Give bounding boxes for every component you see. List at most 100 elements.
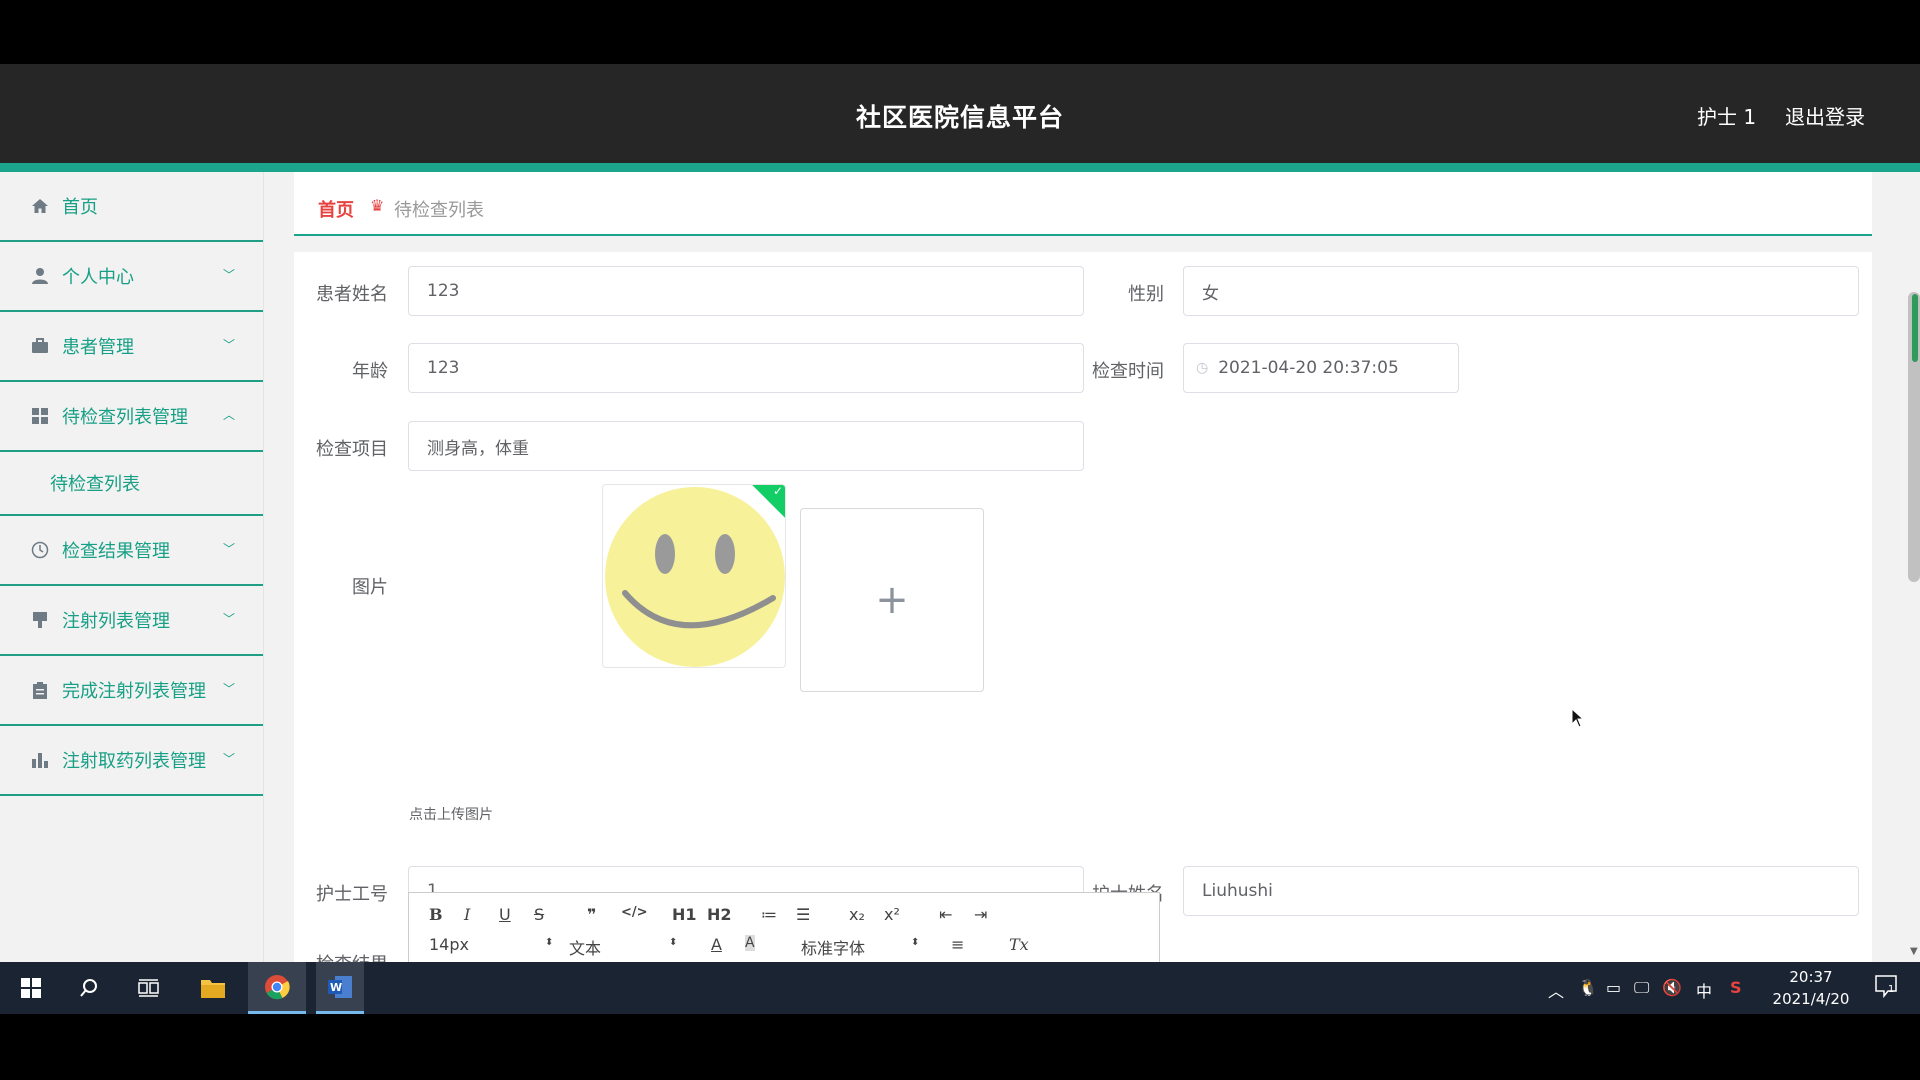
check-item-label: 检查项目 [316,439,388,460]
sidebar-subitem-pending-check-list[interactable]: 待检查列表 [0,452,263,516]
letterbox-top [0,0,1920,64]
upload-hint: 点击上传图片 [409,807,493,823]
sogou-input-icon[interactable]: S [1730,978,1742,997]
sidebar-item-injection-list-management[interactable]: 注射列表管理 ﹀ [0,586,263,656]
notification-count: 1 [1888,984,1895,995]
chevron-down-icon: ﹀ [222,268,235,282]
current-user: 护士 1 [1697,105,1757,129]
subscript-button[interactable]: x₂ [849,905,865,924]
chrome-icon[interactable] [248,962,306,1014]
nurse-name-value: Liuhushi [1202,881,1273,901]
plus-icon: + [875,577,909,623]
taskbar-date[interactable]: 2021/4/20 [1768,990,1854,1008]
app-tray-icon[interactable]: 🐧 [1578,978,1598,997]
ime-indicator[interactable]: 中 [1696,978,1712,1002]
sidebar-item-label: 检查结果管理 [62,541,170,562]
patient-name-value: 123 [427,281,460,301]
logout-button[interactable]: 退出登录 [1785,101,1865,130]
font-family-value: 标准字体 [801,939,866,958]
word-icon[interactable]: W [316,962,364,1014]
stamp-icon [30,610,50,630]
task-view-icon[interactable] [126,962,172,1014]
patient-name-input[interactable]: 123 [408,266,1084,316]
sidebar-item-label: 注射取药列表管理 [62,751,206,772]
volume-muted-icon[interactable]: 🔇 [1662,978,1682,997]
select-arrows-icon: ⬍ [911,937,920,948]
chevron-down-icon: ﹀ [222,542,235,556]
breadcrumb-home[interactable]: 首页 [318,196,354,222]
blockquote-button[interactable]: ❞ [587,905,596,924]
sidebar-item-completed-injection-management[interactable]: 完成注射列表管理 ﹀ [0,656,263,726]
code-block-button[interactable]: </> [621,905,648,920]
notification-center-icon[interactable]: 1 [1874,974,1898,1002]
age-input[interactable]: 123 [408,343,1084,393]
rich-text-editor[interactable]: B I U S ❞ </> H1 H2 ≔ ☰ x₂ x² ⇤ ⇥ 14px ⬍… [408,892,1160,962]
sidebar-item-label: 待检查列表管理 [62,407,188,428]
search-icon[interactable] [66,962,112,1014]
header1-button[interactable]: H1 [672,905,697,924]
chevron-down-icon: ﹀ [222,682,235,696]
windows-taskbar: W ︿ 🐧 ▭ 🖵 🔇 中 S 20:37 2021/4/20 1 [0,962,1920,1014]
background-color-button[interactable]: A [745,935,755,951]
file-explorer-icon[interactable] [190,962,236,1014]
patient-name-label: 患者姓名 [316,284,388,305]
bar-chart-icon [30,750,50,770]
editor-toolbar-row-1: B I U S ❞ </> H1 H2 ≔ ☰ x₂ x² ⇤ ⇥ [409,905,1161,933]
check-time-picker[interactable]: ◷ 2021-04-20 20:37:05 [1183,343,1459,393]
clipboard-icon [30,680,50,700]
font-size-value: 14px [429,935,469,954]
bold-button[interactable]: B [429,905,443,924]
network-icon[interactable]: 🖵 [1634,978,1649,998]
grid-icon [30,406,50,426]
show-hidden-icons-chevron-icon[interactable]: ︿ [1548,978,1564,1002]
taskbar-time[interactable]: 20:37 [1768,968,1854,986]
sidebar-item-injection-medicine-management[interactable]: 注射取药列表管理 ﹀ [0,726,263,796]
windows-start-icon[interactable] [8,962,54,1014]
check-time-value: 2021-04-20 20:37:05 [1218,358,1399,378]
select-arrows-icon: ⬍ [545,937,554,948]
header-select[interactable]: 文本 ⬍ [569,935,679,959]
check-icon: ✓ [772,484,784,499]
crown-icon: ♛ [370,196,385,215]
sidebar-item-pending-check-management[interactable]: 待检查列表管理 ︿ [0,382,263,452]
text-color-button[interactable]: A [711,935,722,954]
header2-button[interactable]: H2 [707,905,732,924]
chevron-down-icon: ﹀ [222,752,235,766]
upload-image-button[interactable]: + [800,508,984,692]
sidebar-item-label: 患者管理 [62,337,134,358]
sidebar-item-patient-management[interactable]: 患者管理 ﹀ [0,312,263,382]
italic-button[interactable]: I [464,905,470,924]
sidebar: 首页 个人中心 ﹀ 患者管理 ﹀ 待检查列表管理 ︿ 待检查列表 检查结果管理 … [0,172,264,962]
font-size-select[interactable]: 14px ⬍ [429,935,553,954]
age-value: 123 [427,358,460,378]
sidebar-item-check-result-management[interactable]: 检查结果管理 ﹀ [0,516,263,586]
sidebar-item-home[interactable]: 首页 [0,172,263,242]
clock-icon: ◷ [1196,360,1209,376]
check-item-input[interactable]: 测身高，体重 [408,421,1084,471]
gender-value: 女 [1202,283,1219,304]
battery-icon[interactable]: ▭ [1606,978,1621,997]
chevron-down-icon: ﹀ [222,612,235,626]
clear-format-button[interactable]: Tx [1009,935,1029,954]
check-item-value: 测身高，体重 [427,438,529,459]
gender-label: 性别 [1128,284,1164,305]
breadcrumb: 首页 ♛ 待检查列表 [294,172,1872,236]
strikethrough-button[interactable]: S [534,905,544,924]
ordered-list-button[interactable]: ≔ [761,905,777,924]
indent-button[interactable]: ⇥ [974,905,987,924]
outdent-button[interactable]: ⇤ [939,905,952,924]
briefcase-icon [30,336,50,356]
font-family-select[interactable]: 标准字体 ⬍ [801,935,921,959]
gender-input[interactable]: 女 [1183,266,1859,316]
superscript-button[interactable]: x² [884,905,900,924]
uploaded-image-thumbnail[interactable]: ✓ [602,484,786,668]
align-button[interactable]: ≡ [951,935,964,954]
home-icon [30,196,50,216]
letterbox-bottom [0,1014,1920,1080]
scroll-down-arrow-icon[interactable]: ▼ [1910,946,1918,957]
nurse-name-input[interactable]: Liuhushi [1183,866,1859,916]
clock-icon [30,540,50,560]
underline-button[interactable]: U [499,905,511,924]
bullet-list-button[interactable]: ☰ [796,905,810,924]
sidebar-item-personal-center[interactable]: 个人中心 ﹀ [0,242,263,312]
